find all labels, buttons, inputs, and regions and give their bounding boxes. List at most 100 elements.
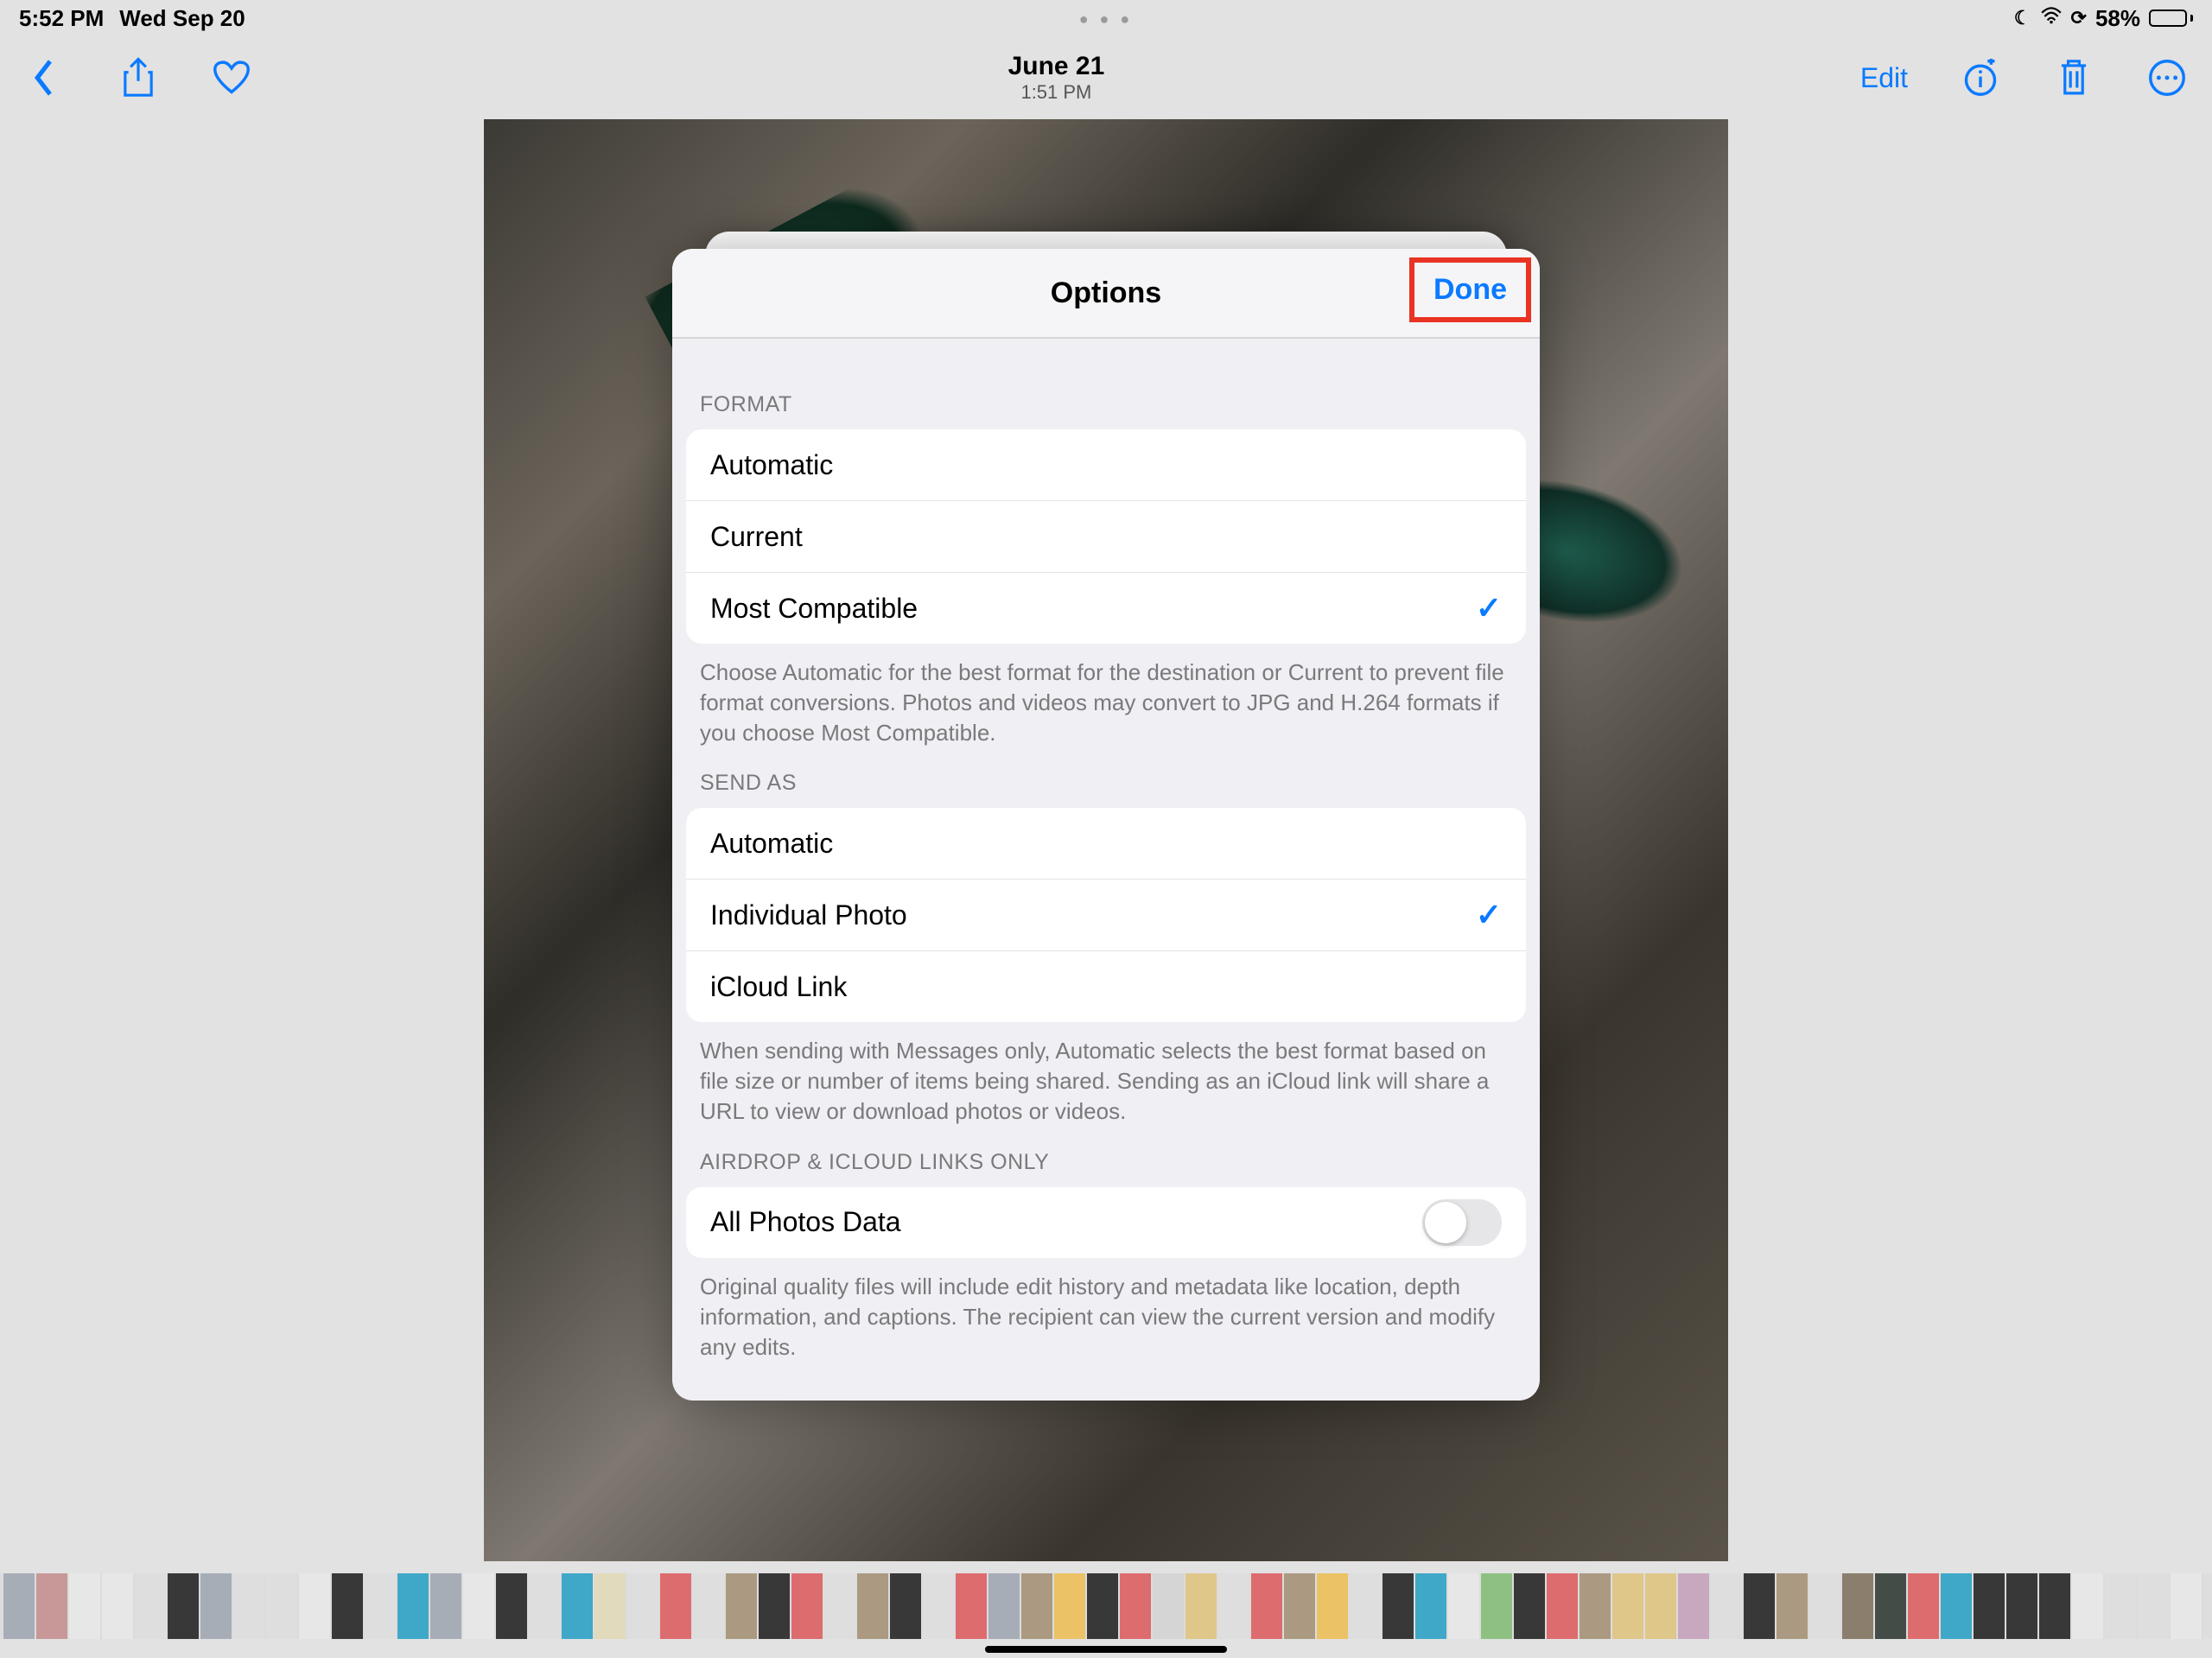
thumbnail[interactable] [3,1573,35,1639]
checkmark-icon: ✓ [1476,590,1502,626]
thumbnail[interactable] [956,1573,987,1639]
thumbnail[interactable] [562,1573,593,1639]
option-label: Automatic [710,828,833,860]
thumbnail[interactable] [660,1573,691,1639]
info-button[interactable] [1960,57,2001,98]
thumbnail[interactable] [1054,1573,1085,1639]
thumbnail[interactable] [1218,1573,1249,1639]
thumbnail[interactable] [200,1573,232,1639]
thumbnail[interactable] [1382,1573,1414,1639]
thumbnail[interactable] [1941,1573,1972,1639]
thumbnail[interactable] [233,1573,264,1639]
thumbnail[interactable] [1350,1573,1381,1639]
thumbnail[interactable] [988,1573,1020,1639]
status-time: 5:52 PM [19,5,104,32]
thumbnail[interactable] [1153,1573,1184,1639]
thumbnail[interactable] [1120,1573,1151,1639]
photo-timestamp: June 21 1:51 PM [1008,52,1105,104]
thumbnail[interactable] [1185,1573,1217,1639]
thumbnail[interactable] [1645,1573,1676,1639]
thumbnail[interactable] [332,1573,363,1639]
thumbnail[interactable] [168,1573,199,1639]
thumbnail[interactable] [1711,1573,1742,1639]
thumbnail[interactable] [1448,1573,1479,1639]
thumbnail[interactable] [857,1573,888,1639]
thumbnail[interactable] [1974,1573,2005,1639]
thumbnail[interactable] [102,1573,133,1639]
orientation-lock-icon: ⟳ [2071,7,2087,29]
done-button[interactable]: Done [1433,273,1507,306]
thumbnail[interactable] [2006,1573,2037,1639]
thumbnail[interactable] [890,1573,921,1639]
thumbnail[interactable] [1415,1573,1446,1639]
thumbnail[interactable] [1317,1573,1348,1639]
option-row[interactable]: Most Compatible ✓ [686,573,1526,644]
thumbnail[interactable] [365,1573,396,1639]
thumbnail[interactable] [1744,1573,1775,1639]
thumbnail[interactable] [1547,1573,1578,1639]
done-button-highlight: Done [1409,257,1531,322]
thumbnail[interactable] [923,1573,954,1639]
thumbnail[interactable] [1875,1573,1906,1639]
thumbnail[interactable] [2171,1573,2202,1639]
thumbnail[interactable] [1514,1573,1545,1639]
thumbnail[interactable] [430,1573,461,1639]
home-indicator[interactable] [985,1646,1227,1653]
option-row[interactable]: Individual Photo✓ [686,880,1526,951]
thumbnail[interactable] [69,1573,100,1639]
thumbnail[interactable] [1809,1573,1840,1639]
thumbnail[interactable] [1908,1573,1939,1639]
thumbnail[interactable] [594,1573,626,1639]
thumbnail[interactable] [2072,1573,2103,1639]
thumbnail[interactable] [2105,1573,2136,1639]
thumbnail[interactable] [627,1573,658,1639]
thumbnail[interactable] [1580,1573,1611,1639]
thumbnail[interactable] [2203,1573,2212,1639]
section-header: FORMAT [672,370,1540,429]
thumbnail[interactable] [824,1573,855,1639]
thumbnail[interactable] [1612,1573,1643,1639]
thumbnail[interactable] [759,1573,790,1639]
thumbnail[interactable] [791,1573,823,1639]
thumbnail[interactable] [299,1573,330,1639]
thumbnail[interactable] [1284,1573,1315,1639]
thumbnail[interactable] [266,1573,297,1639]
option-row[interactable]: Automatic [686,429,1526,501]
option-group: Automatic Individual Photo✓iCloud Link [686,808,1526,1022]
thumbnail[interactable] [1021,1573,1052,1639]
thumbnail[interactable] [1842,1573,1873,1639]
thumbnail[interactable] [1251,1573,1282,1639]
thumbnail[interactable] [1777,1573,1808,1639]
thumbnail[interactable] [36,1573,67,1639]
share-button[interactable] [118,57,159,98]
battery-percent: 58% [2095,5,2140,32]
toggle-row[interactable]: All Photos Data [686,1187,1526,1258]
option-label: Individual Photo [710,899,907,931]
thumbnail[interactable] [726,1573,757,1639]
thumbnail[interactable] [135,1573,166,1639]
edit-button[interactable]: Edit [1860,62,1908,94]
thumbnail[interactable] [529,1573,560,1639]
thumbnail[interactable] [2138,1573,2169,1639]
option-row[interactable]: Current [686,501,1526,573]
battery-icon [2149,10,2193,27]
thumbnail-strip[interactable] [0,1573,2212,1639]
option-label: Most Compatible [710,593,918,625]
section-footnote: Choose Automatic for the best format for… [672,644,1540,748]
thumbnail[interactable] [2039,1573,2070,1639]
favorite-button[interactable] [211,57,252,98]
option-row[interactable]: Automatic [686,808,1526,880]
option-row[interactable]: iCloud Link [686,951,1526,1022]
thumbnail[interactable] [693,1573,724,1639]
trash-button[interactable] [2053,57,2094,98]
toggle-switch[interactable] [1422,1199,1502,1246]
back-button[interactable] [24,57,66,98]
thumbnail[interactable] [463,1573,494,1639]
thumbnail[interactable] [397,1573,429,1639]
thumbnail[interactable] [1678,1573,1709,1639]
status-bar: 5:52 PM Wed Sep 20 ☾ ⟳ 58% [0,0,2212,36]
thumbnail[interactable] [1087,1573,1118,1639]
thumbnail[interactable] [1481,1573,1512,1639]
thumbnail[interactable] [496,1573,527,1639]
more-button[interactable] [2146,57,2188,98]
